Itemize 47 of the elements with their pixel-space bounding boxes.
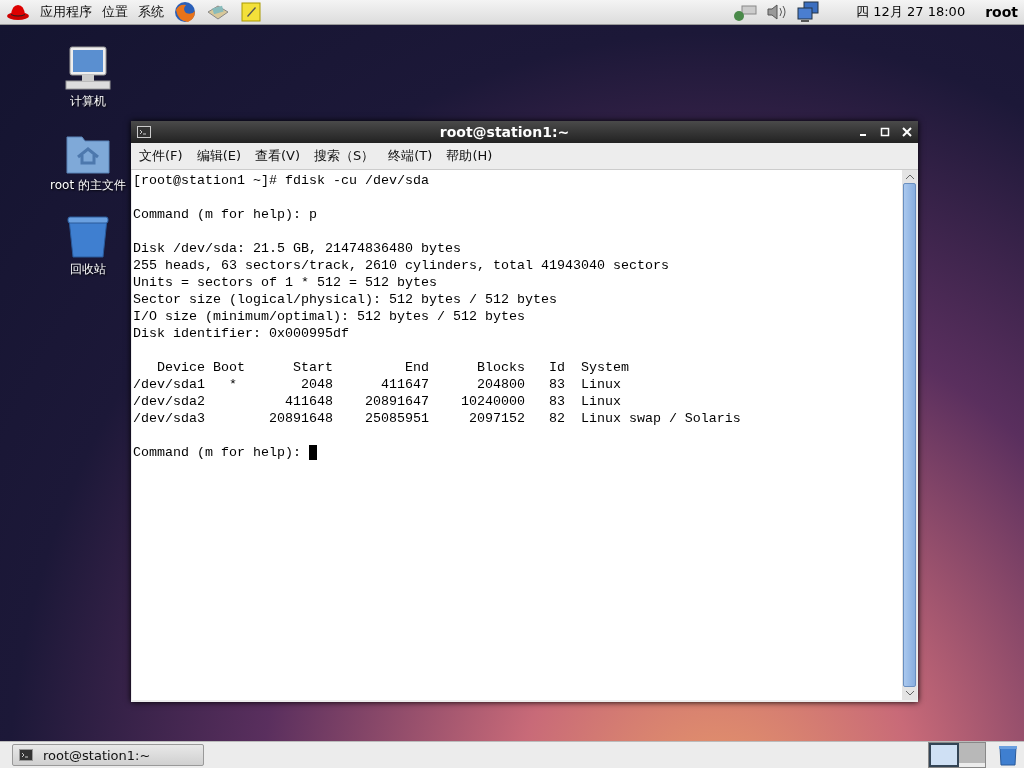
terminal-line: Disk identifier: 0x000995df <box>133 325 349 342</box>
terminal-line: Command (m for help): <box>133 444 302 461</box>
trash-can-icon[interactable] <box>998 744 1018 766</box>
window-title: root@station1:~ <box>438 124 571 140</box>
menu-item[interactable]: 查看(V) <box>255 147 301 165</box>
panel-menu[interactable]: 位置 <box>102 3 128 21</box>
terminal-line: /dev/sda2 411648 20891647 10240000 83 Linux <box>133 393 621 410</box>
panel-menu[interactable]: 系统 <box>138 3 164 21</box>
terminal-line: 255 heads, 63 sectors/track, 2610 cylinders, total 41943040 sectors <box>133 257 669 274</box>
browser-icon[interactable] <box>174 1 196 23</box>
trash-can-icon[interactable] <box>64 213 112 259</box>
icon-label[interactable]: root 的主文件 <box>50 177 126 194</box>
terminal-line: [root@station1 ~]# fdisk -cu /dev/sda <box>133 172 429 189</box>
menu-item[interactable]: 编辑(E) <box>196 147 241 165</box>
terminal-line: /dev/sda3 20891648 25085951 2097152 82 Linux swap / Solaris <box>133 410 741 427</box>
scroll-thumb[interactable] <box>903 183 916 687</box>
menu-item[interactable]: 文件(F) <box>139 147 183 165</box>
maximize-icon[interactable] <box>880 127 890 137</box>
menu-item[interactable]: 终端(T) <box>388 147 433 165</box>
terminal-icon[interactable] <box>137 126 151 138</box>
terminal-line: I/O size (minimum/optimal): 512 bytes / 512 bytes <box>133 308 525 325</box>
terminal-line: Disk /dev/sda: 21.5 GB, 21474836480 bytes <box>133 240 461 257</box>
close-icon[interactable] <box>902 127 912 137</box>
terminal-line: /dev/sda1 * 2048 411647 204800 83 Linux <box>133 376 621 393</box>
workspace-switcher-cell[interactable] <box>929 743 959 767</box>
panel-menu[interactable]: 应用程序 <box>40 3 92 21</box>
notepad-icon[interactable] <box>240 1 262 23</box>
scroll-up-icon[interactable] <box>904 173 915 181</box>
icon-label[interactable]: 计算机 <box>70 93 106 110</box>
user-name[interactable]: root <box>985 4 1018 20</box>
taskbar-button[interactable]: root@station1:~ <box>12 744 204 766</box>
icon-label[interactable]: 回收站 <box>70 261 106 278</box>
speaker-icon[interactable] <box>766 2 789 22</box>
workspace-switcher-cell[interactable] <box>959 743 985 763</box>
terminal-icon <box>19 749 33 761</box>
scrollbar[interactable] <box>902 170 917 700</box>
menu-item[interactable]: 帮助(H) <box>446 147 493 165</box>
scroll-down-icon[interactable] <box>904 689 915 697</box>
computer-icon[interactable] <box>64 45 112 91</box>
menu-item[interactable]: 搜索（S） <box>314 147 375 165</box>
terminal-line: Sector size (logical/physical): 512 bytes / 512 bytes <box>133 291 557 308</box>
terminal-line: Units = sectors of 1 * 512 = 512 bytes <box>133 274 437 291</box>
hat-icon[interactable] <box>6 2 30 22</box>
clock[interactable]: 四 12月 27 18:00 <box>856 3 966 21</box>
terminal-line: Command (m for help): p <box>133 206 317 223</box>
terminal-line: Device Boot Start End Blocks Id System <box>156 359 629 376</box>
monitors-icon[interactable] <box>796 1 821 23</box>
